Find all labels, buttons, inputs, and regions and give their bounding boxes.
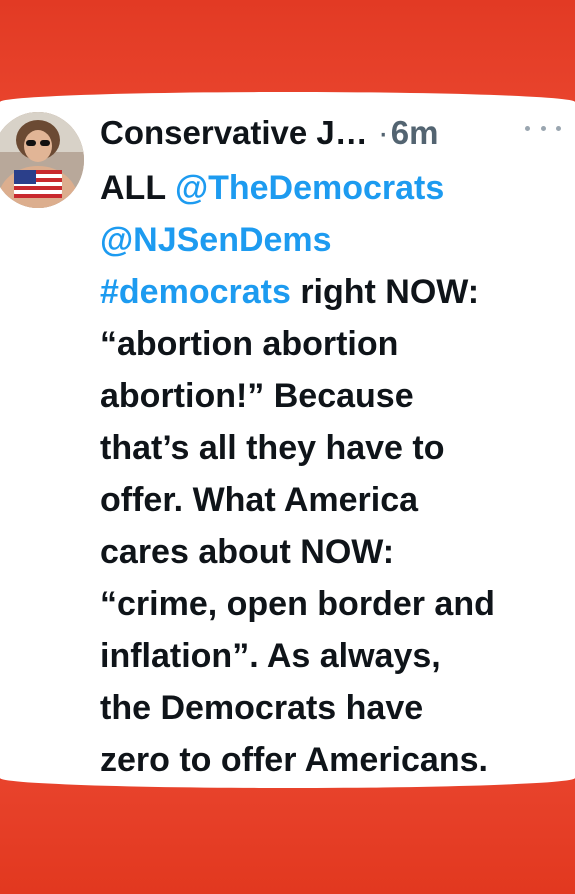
tweet-line: “crime, open border and <box>100 585 495 623</box>
more-dot <box>556 125 561 131</box>
tweet-line: offer. What America <box>100 481 419 519</box>
line-text: ALL <box>100 169 175 207</box>
tweet-line: ALL @TheDemocrats <box>100 162 570 214</box>
tweet-line: @NJSenDems <box>100 214 570 266</box>
tweet-line: abortion!” Because <box>100 377 414 415</box>
line-text: right NOW: <box>290 273 480 311</box>
bottom-red-band <box>0 780 575 894</box>
more-dot <box>525 125 530 131</box>
post-time[interactable]: 6m <box>391 114 439 151</box>
more-dot <box>540 125 546 131</box>
author-name[interactable]: Conservative J… <box>100 114 368 151</box>
tweet-line: inflation”. As always, <box>100 637 441 675</box>
top-red-band <box>0 0 575 100</box>
tweet-line: that’s all they have to <box>100 429 445 467</box>
screenshot-page: Conservative J… ·6m ALL @TheDemocrats @NJ… <box>0 0 575 894</box>
tweet-line: the Democrats have <box>100 689 424 727</box>
mention-link[interactable]: @NJSenDems <box>100 221 332 259</box>
tweet-header: Conservative J… ·6m <box>100 110 570 156</box>
tweet-line: cares about NOW: <box>100 533 395 571</box>
tweet-line: #democrats right NOW: <box>100 266 570 318</box>
mention-link[interactable]: @TheDemocrats <box>175 169 444 207</box>
tweet-line: zero to offer Americans. <box>100 741 488 779</box>
hashtag-link[interactable]: #democrats <box>100 273 291 311</box>
header-separator: · <box>377 114 389 151</box>
more-options-icon[interactable] <box>525 118 561 138</box>
tweet-text: ALL @TheDemocrats @NJSenDems #democrats … <box>100 162 570 786</box>
tweet-line: “abortion abortion <box>100 325 399 363</box>
